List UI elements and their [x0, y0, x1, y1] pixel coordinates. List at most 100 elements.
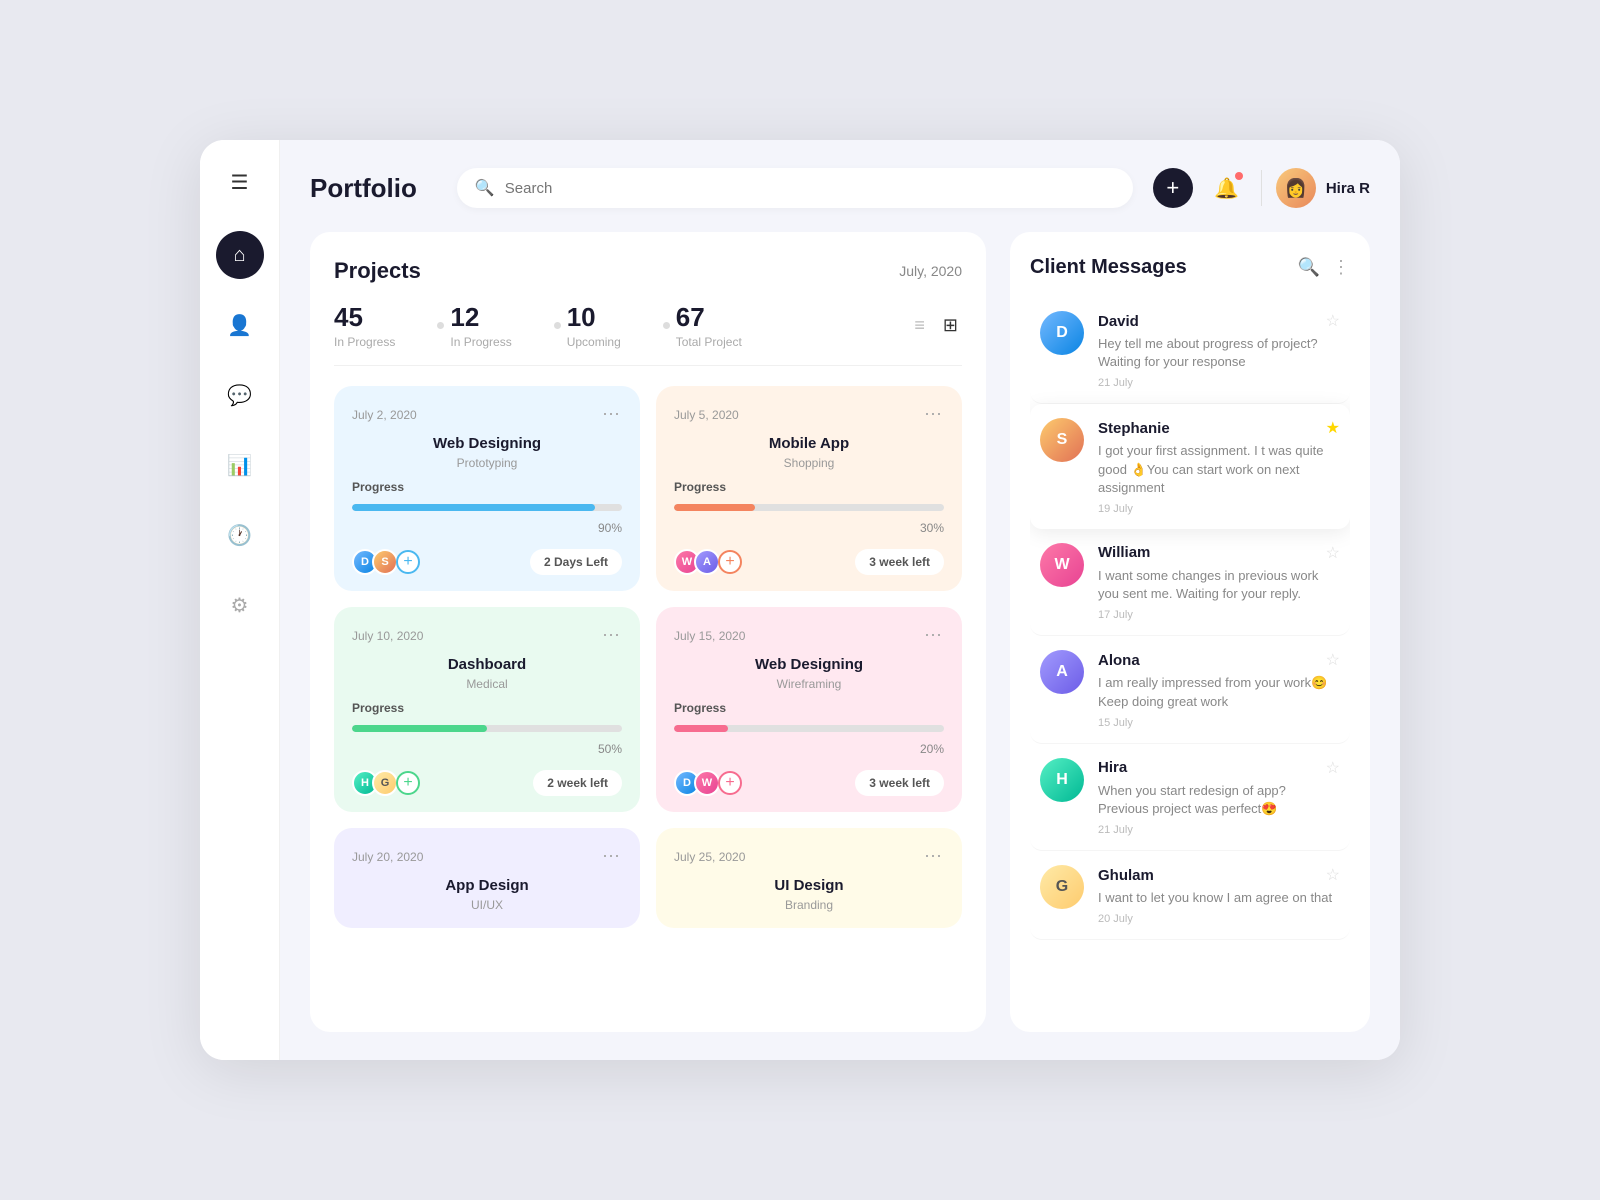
- user-avatar: 👩: [1276, 168, 1316, 208]
- search-input[interactable]: [505, 180, 1115, 197]
- msg-star-alona[interactable]: ☆: [1326, 650, 1340, 670]
- messages-more-button[interactable]: ⋮: [1332, 257, 1350, 278]
- sidebar-item-profile[interactable]: 👤: [216, 301, 264, 349]
- msg-star-david[interactable]: ☆: [1326, 311, 1340, 331]
- stat-number-67: 67: [676, 302, 742, 333]
- project-card-4[interactable]: July 15, 2020 ⋯ Web Designing Wireframin…: [656, 607, 962, 812]
- header: Portfolio 🔍 + 🔔 👩 Hira R: [310, 168, 1370, 208]
- msg-text-alona: I am really impressed from your work😊 Ke…: [1098, 674, 1340, 710]
- message-item-william[interactable]: W William ☆ I want some changes in previ…: [1030, 529, 1350, 636]
- card-menu-3[interactable]: ⋯: [602, 625, 622, 646]
- message-avatar-david: D: [1040, 311, 1084, 355]
- project-card-6[interactable]: July 25, 2020 ⋯ UI Design Branding: [656, 828, 962, 928]
- card-title-5: App Design: [352, 877, 622, 894]
- progress-bar-fill-1: [352, 504, 595, 511]
- card-title-3: Dashboard: [352, 656, 622, 673]
- avatar-add-1[interactable]: +: [396, 550, 420, 574]
- card-date-2: July 5, 2020: [674, 408, 739, 422]
- messages-search-button[interactable]: 🔍: [1298, 257, 1320, 278]
- sidebar-item-home[interactable]: ⌂: [216, 231, 264, 279]
- card-menu-6[interactable]: ⋯: [924, 846, 944, 867]
- card-menu-2[interactable]: ⋯: [924, 404, 944, 425]
- sidebar-item-messages[interactable]: 💬: [216, 371, 264, 419]
- msg-star-stephanie[interactable]: ★: [1326, 418, 1340, 438]
- projects-title: Projects: [334, 258, 421, 284]
- message-body-david: David ☆ Hey tell me about progress of pr…: [1098, 311, 1340, 389]
- sidebar-item-history[interactable]: 🕐: [216, 511, 264, 559]
- card-header-4: July 15, 2020 ⋯: [674, 625, 944, 646]
- grid-view-button[interactable]: ⊞: [939, 311, 962, 340]
- stat-dot-2: [554, 322, 561, 329]
- add-button[interactable]: +: [1153, 168, 1193, 208]
- card-date-6: July 25, 2020: [674, 850, 745, 864]
- card-date-1: July 2, 2020: [352, 408, 417, 422]
- msg-name-ghulam: Ghulam: [1098, 867, 1154, 884]
- message-list: D David ☆ Hey tell me about progress of …: [1030, 297, 1350, 1008]
- msg-name-stephanie: Stephanie: [1098, 420, 1170, 437]
- avatar-add-2[interactable]: +: [718, 550, 742, 574]
- stat-label-45: In Progress: [334, 335, 395, 349]
- card-footer-3: H G + 2 week left: [352, 770, 622, 796]
- msg-star-william[interactable]: ☆: [1326, 543, 1340, 563]
- progress-label-1: Progress: [352, 480, 622, 494]
- page-title: Portfolio: [310, 173, 417, 204]
- stat-dot-3: [663, 322, 670, 329]
- message-item-david[interactable]: D David ☆ Hey tell me about progress of …: [1030, 297, 1350, 404]
- project-card-1[interactable]: July 2, 2020 ⋯ Web Designing Prototyping…: [334, 386, 640, 591]
- card-menu-1[interactable]: ⋯: [602, 404, 622, 425]
- card-title-2: Mobile App: [674, 435, 944, 452]
- header-divider: [1261, 170, 1262, 206]
- messages-header: Client Messages 🔍 ⋮: [1030, 256, 1350, 279]
- sidebar-item-analytics[interactable]: 📊: [216, 441, 264, 489]
- panels: Projects July, 2020 45 In Progress 12 In…: [310, 232, 1370, 1032]
- avatar-group-4: D W +: [674, 770, 742, 796]
- msg-name-david: David: [1098, 313, 1139, 330]
- message-item-alona[interactable]: A Alona ☆ I am really impressed from you…: [1030, 636, 1350, 743]
- project-card-3[interactable]: July 10, 2020 ⋯ Dashboard Medical Progre…: [334, 607, 640, 812]
- message-avatar-stephanie: S: [1040, 418, 1084, 462]
- time-badge-3: 2 week left: [533, 770, 622, 796]
- msg-star-hira[interactable]: ☆: [1326, 758, 1340, 778]
- stat-number-12: 12: [450, 302, 511, 333]
- msg-date-william: 17 July: [1098, 609, 1340, 621]
- card-header-2: July 5, 2020 ⋯: [674, 404, 944, 425]
- message-avatar-alona: A: [1040, 650, 1084, 694]
- avatar-add-4[interactable]: +: [718, 771, 742, 795]
- project-card-2[interactable]: July 5, 2020 ⋯ Mobile App Shopping Progr…: [656, 386, 962, 591]
- progress-bar-fill-2: [674, 504, 755, 511]
- message-item-hira[interactable]: H Hira ☆ When you start redesign of app?…: [1030, 744, 1350, 851]
- avatar-group-2: W A +: [674, 549, 742, 575]
- list-view-button[interactable]: ≡: [910, 311, 929, 340]
- card-footer-4: D W + 3 week left: [674, 770, 944, 796]
- profile-icon: 👤: [227, 313, 252, 338]
- card-header-3: July 10, 2020 ⋯: [352, 625, 622, 646]
- msg-name-row-ghulam: Ghulam ☆: [1098, 865, 1340, 885]
- msg-name-row-david: David ☆: [1098, 311, 1340, 331]
- sidebar-item-settings[interactable]: ⚙: [216, 581, 264, 629]
- main-content: Portfolio 🔍 + 🔔 👩 Hira R: [280, 140, 1400, 1060]
- stat-in-progress-1: 45 In Progress: [334, 302, 395, 349]
- msg-date-ghulam: 20 July: [1098, 913, 1340, 925]
- msg-star-ghulam[interactable]: ☆: [1326, 865, 1340, 885]
- message-item-stephanie[interactable]: S Stephanie ★ I got your first assignmen…: [1030, 404, 1350, 529]
- avatar-add-3[interactable]: +: [396, 771, 420, 795]
- notification-button[interactable]: 🔔: [1207, 168, 1247, 208]
- card-menu-4[interactable]: ⋯: [924, 625, 944, 646]
- stat-total: 67 Total Project: [676, 302, 742, 349]
- messages-panel: Client Messages 🔍 ⋮ D David ☆: [1010, 232, 1370, 1032]
- menu-icon[interactable]: ☰: [231, 170, 249, 195]
- time-badge-2: 3 week left: [855, 549, 944, 575]
- card-subtitle-3: Medical: [352, 677, 622, 691]
- progress-bar-bg-1: [352, 504, 622, 511]
- user-info[interactable]: 👩 Hira R: [1276, 168, 1370, 208]
- card-header-6: July 25, 2020 ⋯: [674, 846, 944, 867]
- card-title-4: Web Designing: [674, 656, 944, 673]
- messages-title: Client Messages: [1030, 256, 1187, 279]
- project-card-5[interactable]: July 20, 2020 ⋯ App Design UI/UX: [334, 828, 640, 928]
- progress-bar-fill-4: [674, 725, 728, 732]
- stat-label-10: Upcoming: [567, 335, 621, 349]
- message-item-ghulam[interactable]: G Ghulam ☆ I want to let you know I am a…: [1030, 851, 1350, 940]
- card-menu-5[interactable]: ⋯: [602, 846, 622, 867]
- progress-pct-3: 50%: [352, 742, 622, 756]
- msg-date-david: 21 July: [1098, 377, 1340, 389]
